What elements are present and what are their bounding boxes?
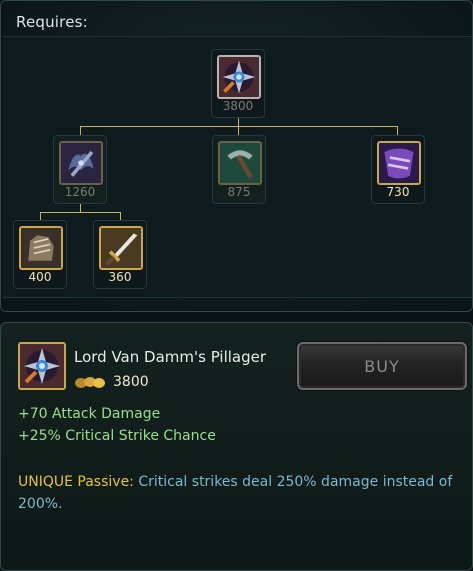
tree-connector xyxy=(40,212,121,213)
long-sword-icon xyxy=(99,226,143,270)
buy-button[interactable]: BUY xyxy=(297,342,467,390)
recipe-node-cost: 730 xyxy=(386,185,410,199)
recipe-node-cost: 1260 xyxy=(64,185,96,199)
passive-description: UNIQUE Passive: Critical strikes deal 25… xyxy=(18,471,464,515)
passive-label: UNIQUE Passive: xyxy=(18,474,134,490)
gauntlet-icon xyxy=(19,226,63,270)
recipe-node-cost: 875 xyxy=(227,185,251,199)
recipe-node-bat-axe[interactable]: 1260 xyxy=(53,135,107,204)
pickaxe-icon xyxy=(218,141,262,185)
recipe-node-gauntlet[interactable]: 400 xyxy=(13,220,67,289)
recipe-node-cost: 400 xyxy=(28,270,52,284)
requires-label: Requires: xyxy=(16,13,88,31)
recipe-node-long-sword[interactable]: 360 xyxy=(93,220,147,289)
gold-coins-icon xyxy=(75,377,105,388)
cloak-icon xyxy=(377,141,421,185)
pillager-icon xyxy=(217,55,261,99)
recipe-node-cloak[interactable]: 730 xyxy=(371,135,425,204)
pillager-icon xyxy=(18,342,66,390)
recipe-tree-panel: Requires: 3800 1260 875 730 400 360 xyxy=(0,0,473,312)
recipe-node-cost: 3800 xyxy=(222,99,254,113)
bat-axe-icon xyxy=(59,141,103,185)
stat-crit-chance: +25% Critical Strike Chance xyxy=(18,428,216,444)
recipe-node-pickaxe[interactable]: 875 xyxy=(212,135,266,204)
recipe-tree: 3800 1260 875 730 400 360 xyxy=(3,36,472,298)
recipe-node-root[interactable]: 3800 xyxy=(211,49,265,118)
item-cost: 3800 xyxy=(113,374,149,390)
item-detail-panel: Lord Van Damm's Pillager 3800 BUY +70 At… xyxy=(0,322,473,571)
item-name: Lord Van Damm's Pillager xyxy=(74,348,267,366)
tree-connector xyxy=(80,126,398,127)
recipe-node-cost: 360 xyxy=(108,270,132,284)
stat-attack-damage: +70 Attack Damage xyxy=(18,406,161,422)
